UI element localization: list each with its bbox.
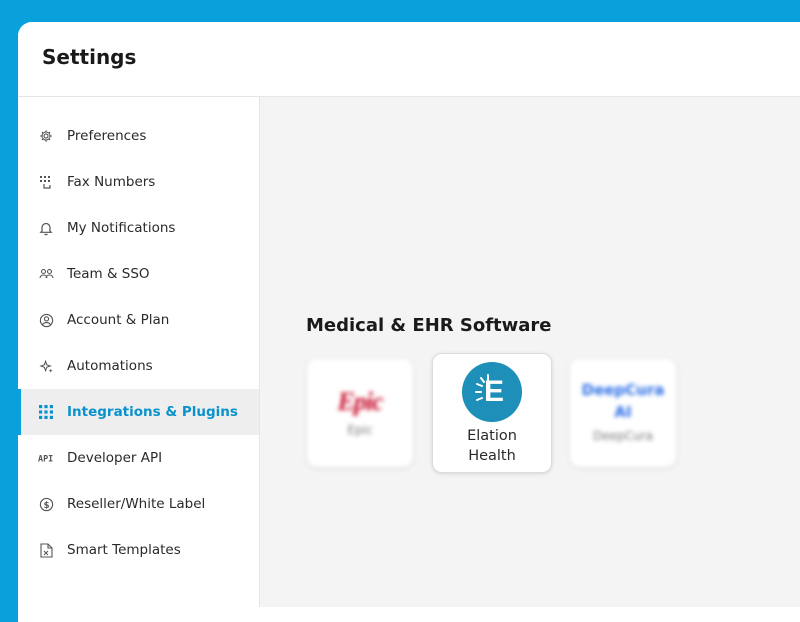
grid-icon	[38, 404, 54, 420]
document-icon	[38, 542, 54, 558]
card-name: Epic	[347, 423, 373, 437]
deepcura-logo-line2: AI	[614, 403, 632, 421]
page-title: Settings	[42, 45, 137, 69]
elation-logo-letter: E	[484, 375, 505, 408]
integration-card-elation-health[interactable]: E Elation Health	[432, 353, 552, 473]
sidebar-item-smart-templates[interactable]: Smart Templates	[18, 527, 259, 573]
sidebar-item-label: Fax Numbers	[67, 174, 156, 190]
sidebar-item-integrations-plugins[interactable]: Integrations & Plugins	[18, 389, 259, 435]
team-icon	[38, 266, 54, 282]
dollar-circle-icon: $	[38, 496, 54, 512]
epic-logo: Epic	[337, 387, 383, 416]
card-name-line1: Elation	[467, 428, 517, 444]
integration-card-epic[interactable]: Epic Epic	[307, 359, 413, 467]
sidebar-item-label: Account & Plan	[67, 312, 170, 328]
deepcura-logo: DeepCura AI	[570, 379, 676, 423]
elation-logo: E	[462, 362, 522, 422]
sidebar-item-fax-numbers[interactable]: Fax Numbers	[18, 159, 259, 205]
section-title: Medical & EHR Software	[306, 315, 552, 336]
sidebar-item-my-notifications[interactable]: My Notifications	[18, 205, 259, 251]
card-name: DeepCura	[593, 429, 653, 443]
card-name: Elation Health	[433, 426, 551, 466]
sidebar-item-automations[interactable]: Automations	[18, 343, 259, 389]
sidebar-item-label: Smart Templates	[67, 542, 181, 558]
integrations-panel: Medical & EHR Software Epic Epic E Elati…	[260, 97, 800, 607]
user-circle-icon	[38, 312, 54, 328]
integration-card-deepcura[interactable]: DeepCura AI DeepCura	[570, 359, 676, 467]
sidebar-item-account-plan[interactable]: Account & Plan	[18, 297, 259, 343]
bell-icon	[38, 220, 54, 236]
sidebar-item-label: Reseller/White Label	[67, 496, 206, 512]
settings-sidebar: Preferences Fax Numbers My Notifications…	[18, 97, 260, 607]
sidebar-item-team-sso[interactable]: Team & SSO	[18, 251, 259, 297]
sidebar-item-developer-api[interactable]: API Developer API	[18, 435, 259, 481]
deepcura-logo-line1: DeepCura	[581, 381, 665, 399]
sidebar-item-preferences[interactable]: Preferences	[18, 113, 259, 159]
settings-window: Settings Preferences Fax Numbers My Noti…	[18, 22, 800, 622]
svg-text:API: API	[38, 454, 53, 464]
api-icon: API	[38, 450, 54, 466]
sparkle-icon	[38, 358, 54, 374]
gear-icon	[38, 128, 54, 144]
top-bar: Settings	[18, 22, 800, 97]
fax-keypad-icon	[38, 174, 54, 190]
card-name-line2: Health	[468, 448, 516, 464]
sidebar-item-label: Developer API	[67, 450, 163, 466]
svg-text:$: $	[43, 499, 49, 509]
sidebar-item-label: Preferences	[67, 128, 147, 144]
sidebar-item-label: Automations	[67, 358, 153, 374]
sidebar-item-label: Integrations & Plugins	[67, 404, 238, 420]
sidebar-item-label: Team & SSO	[67, 266, 150, 282]
sidebar-item-label: My Notifications	[67, 220, 176, 236]
sidebar-item-reseller-white-label[interactable]: $ Reseller/White Label	[18, 481, 259, 527]
